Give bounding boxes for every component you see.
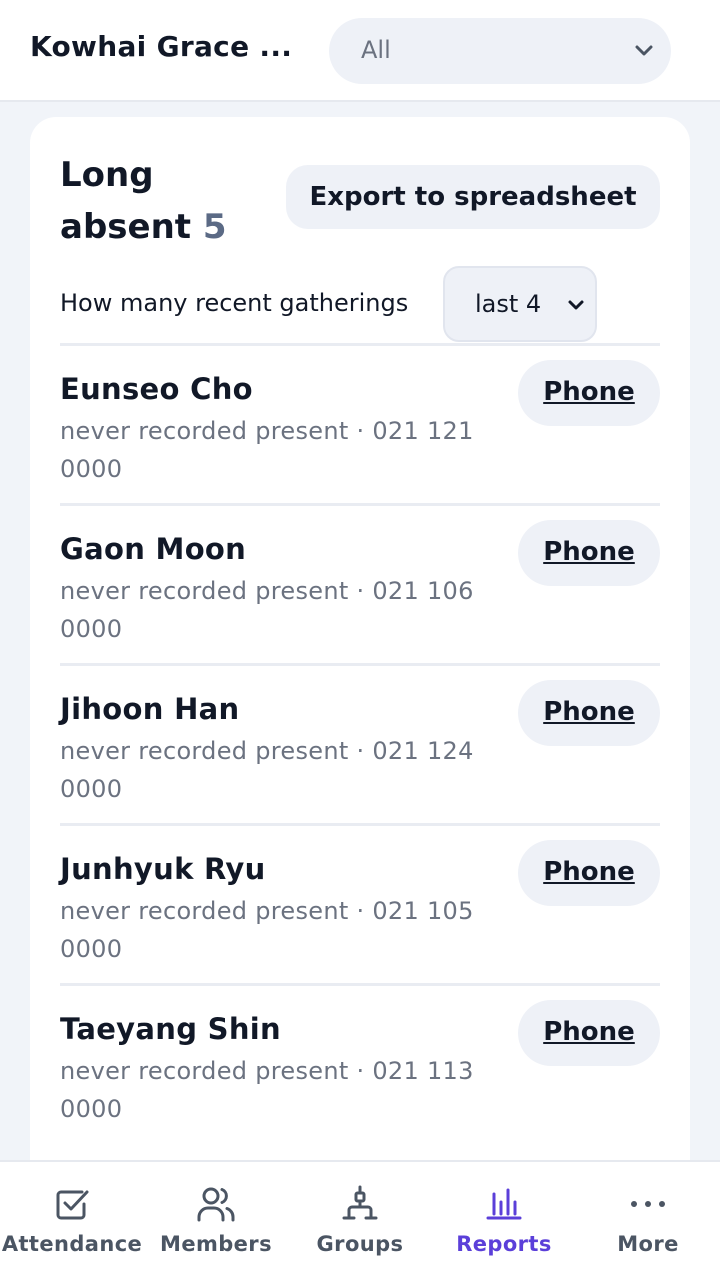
nav-label: Groups [316,1232,404,1256]
member-detail: never recorded present · 021 105 0000 [60,897,474,963]
gatherings-value: last 4 [475,290,542,318]
absent-count: 5 [202,207,227,247]
bottom-navigation: Attendance Members Groups Reports More [0,1160,720,1274]
nav-reports[interactable]: Reports [432,1162,576,1274]
checkbox-icon [52,1184,92,1224]
member-name[interactable]: Eunseo Cho [60,372,253,406]
group-filter-select[interactable]: All [329,18,671,84]
report-title-line1: Long [60,155,154,195]
group-filter-value: All [361,36,391,64]
nav-label: Attendance [1,1232,143,1256]
long-absent-card: Long absent 5 Export to spreadsheet How … [30,117,690,1217]
chevron-down-icon [563,294,591,322]
export-spreadsheet-button[interactable]: Export to spreadsheet [286,165,660,229]
list-item: Junhyuk Ryu never recorded present · 021… [60,823,660,983]
member-detail: never recorded present · 021 106 0000 [60,577,474,643]
nav-label: Reports [456,1232,552,1256]
more-dots-icon [628,1184,668,1224]
gatherings-select[interactable]: last 4 [443,266,597,342]
absent-members-list: Eunseo Cho never recorded present · 021 … [60,343,660,1143]
chevron-down-icon [625,40,665,68]
nav-label: More [617,1232,679,1256]
nav-label: Members [160,1232,272,1256]
phone-button[interactable]: Phone [518,680,660,746]
nav-attendance[interactable]: Attendance [0,1162,144,1274]
phone-button[interactable]: Phone [518,840,660,906]
member-detail: never recorded present · 021 124 0000 [60,737,474,803]
member-detail: never recorded present · 021 113 0000 [60,1057,474,1123]
member-name[interactable]: Taeyang Shin [60,1012,281,1046]
phone-button[interactable]: Phone [518,520,660,586]
report-title: Long absent 5 [60,149,227,253]
phone-button[interactable]: Phone [518,360,660,426]
report-title-line2: absent [60,207,192,247]
member-name[interactable]: Jihoon Han [60,692,239,726]
gatherings-label: How many recent gatherings [60,289,409,317]
phone-button[interactable]: Phone [518,1000,660,1066]
groups-icon [340,1184,380,1224]
nav-groups[interactable]: Groups [288,1162,432,1274]
organization-name[interactable]: Kowhai Grace ... [30,30,300,63]
member-name[interactable]: Junhyuk Ryu [60,852,266,886]
list-item: Jihoon Han never recorded present · 021 … [60,663,660,823]
list-item: Gaon Moon never recorded present · 021 1… [60,503,660,663]
nav-members[interactable]: Members [144,1162,288,1274]
list-item: Taeyang Shin never recorded present · 02… [60,983,660,1143]
top-bar: Kowhai Grace ... All [0,0,720,102]
list-item: Eunseo Cho never recorded present · 021 … [60,343,660,503]
nav-more[interactable]: More [576,1162,720,1274]
bar-chart-icon [484,1184,524,1224]
member-name[interactable]: Gaon Moon [60,532,246,566]
member-detail: never recorded present · 021 121 0000 [60,417,474,483]
members-icon [196,1184,236,1224]
